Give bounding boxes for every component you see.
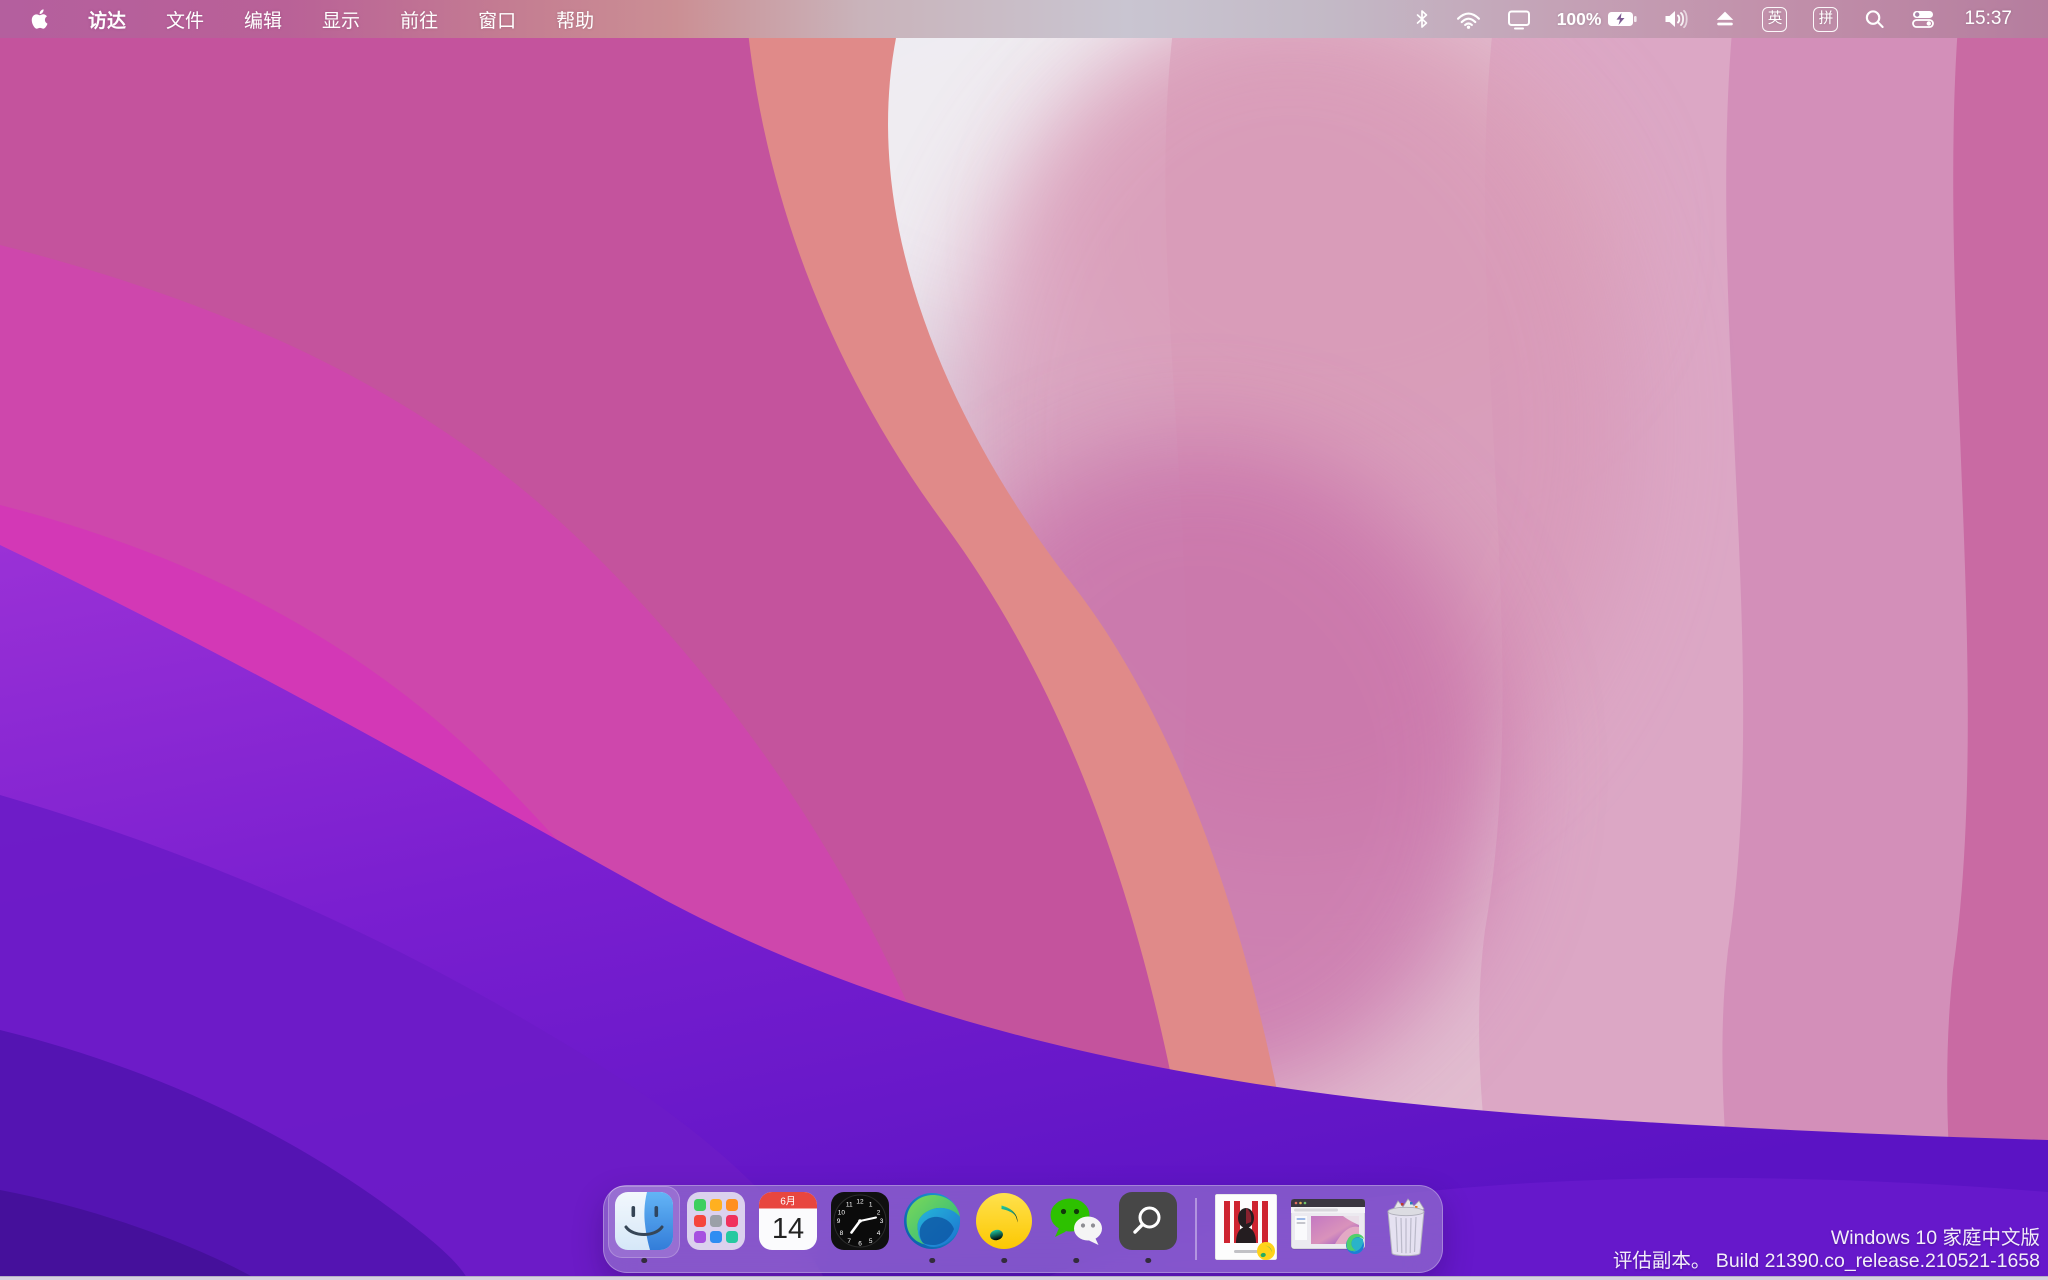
clock-time[interactable]: 15:37 [1948,8,2012,30]
svg-text:1: 1 [869,1202,873,1209]
volume-icon[interactable] [1650,8,1701,30]
svg-text:9: 9 [837,1218,841,1225]
trash-full-icon [1387,1197,1425,1256]
dock-item-launchpad[interactable] [687,1192,745,1266]
wechat-icon [1050,1198,1102,1245]
input-pinyin-badge[interactable]: 拼 [1800,6,1851,32]
svg-text:3: 3 [880,1218,884,1225]
running-indicator [1073,1257,1079,1263]
svg-text:8: 8 [840,1230,844,1237]
dock-item-calendar[interactable]: 6月 14 [759,1192,817,1266]
dock-separator [1195,1198,1197,1260]
app-menus: 访达 文件 编辑 显示 前往 窗口 帮助 [68,6,614,33]
apple-menu[interactable] [30,7,52,31]
menu-view[interactable]: 显示 [302,6,380,33]
dock-item-clock[interactable]: 12 1 2 3 4 5 6 7 8 9 10 11 [831,1192,889,1266]
search-app-icon [1119,1192,1177,1250]
menu-finder[interactable]: 访达 [68,6,146,33]
dock-item-trash[interactable] [1379,1196,1433,1263]
menu-bar: 访达 文件 编辑 显示 前往 窗口 帮助 100% 英 拼 15:37 [0,0,2048,38]
bluetooth-icon[interactable] [1401,8,1443,30]
running-indicator [929,1257,935,1263]
dock-item-qq-music[interactable] [975,1192,1033,1266]
edge-icon [904,1193,961,1249]
album-art-thumbnail [1214,1193,1277,1260]
qq-music-icon [976,1193,1032,1249]
dock-item-wechat[interactable] [1047,1192,1105,1266]
eject-icon[interactable] [1701,9,1749,29]
windows-watermark: Windows 10 家庭中文版 评估副本。 Build 21390.co_re… [1613,1227,2040,1273]
apple-icon [31,8,48,29]
svg-text:6: 6 [858,1241,862,1248]
search-icon[interactable] [1851,9,1898,30]
menu-file[interactable]: 文件 [146,6,224,33]
minimized-window-edge-browser[interactable] [1290,1198,1365,1260]
running-indicator [1145,1257,1151,1263]
menu-go[interactable]: 前往 [380,6,458,33]
svg-text:11: 11 [846,1202,853,1209]
dock: 6月 14 12 1 2 3 4 5 6 7 8 9 10 11 [603,1185,1443,1273]
menu-edit[interactable]: 编辑 [224,6,302,33]
calendar-icon: 6月 14 [759,1192,817,1250]
wallpaper-monterey [0,0,2048,1280]
control-center-icon[interactable] [1898,8,1948,30]
svg-text:4: 4 [877,1230,881,1237]
battery-charging-icon [1608,12,1638,26]
svg-text:12: 12 [856,1199,864,1206]
svg-text:14: 14 [772,1213,804,1245]
clock-icon: 12 1 2 3 4 5 6 7 8 9 10 11 [831,1192,889,1250]
svg-text:7: 7 [847,1238,851,1245]
taskbar-edge [0,1276,2048,1280]
watermark-edition: Windows 10 家庭中文版 [1830,1227,2040,1249]
svg-text:6月: 6月 [780,1196,796,1208]
dock-item-finder[interactable] [608,1186,680,1266]
browser-window-thumbnail [1290,1198,1365,1254]
battery-percent: 100% [1556,8,1602,29]
menu-window[interactable]: 窗口 [458,6,536,33]
minimized-window-qq-music-album[interactable] [1214,1193,1277,1265]
svg-text:5: 5 [869,1238,873,1245]
desktop: 访达 文件 编辑 显示 前往 窗口 帮助 100% 英 拼 15:37 6月 1… [0,0,2048,1280]
battery-indicator[interactable]: 100% [1544,9,1651,30]
running-indicator [641,1257,647,1263]
running-indicator [1001,1257,1007,1263]
display-icon[interactable] [1494,9,1544,30]
watermark-build: 评估副本。 Build 21390.co_release.210521-1658 [1612,1250,2040,1272]
wifi-icon[interactable] [1443,9,1494,29]
dock-item-search-app[interactable] [1119,1192,1177,1266]
svg-text:2: 2 [877,1209,881,1216]
input-english-badge[interactable]: 英 [1749,6,1800,32]
finder-icon [615,1192,673,1250]
launchpad-icon [687,1192,745,1250]
dock-item-edge[interactable] [903,1192,961,1266]
menu-help[interactable]: 帮助 [536,6,614,33]
svg-text:10: 10 [838,1209,846,1216]
status-area: 100% 英 拼 15:37 [1401,6,2012,32]
